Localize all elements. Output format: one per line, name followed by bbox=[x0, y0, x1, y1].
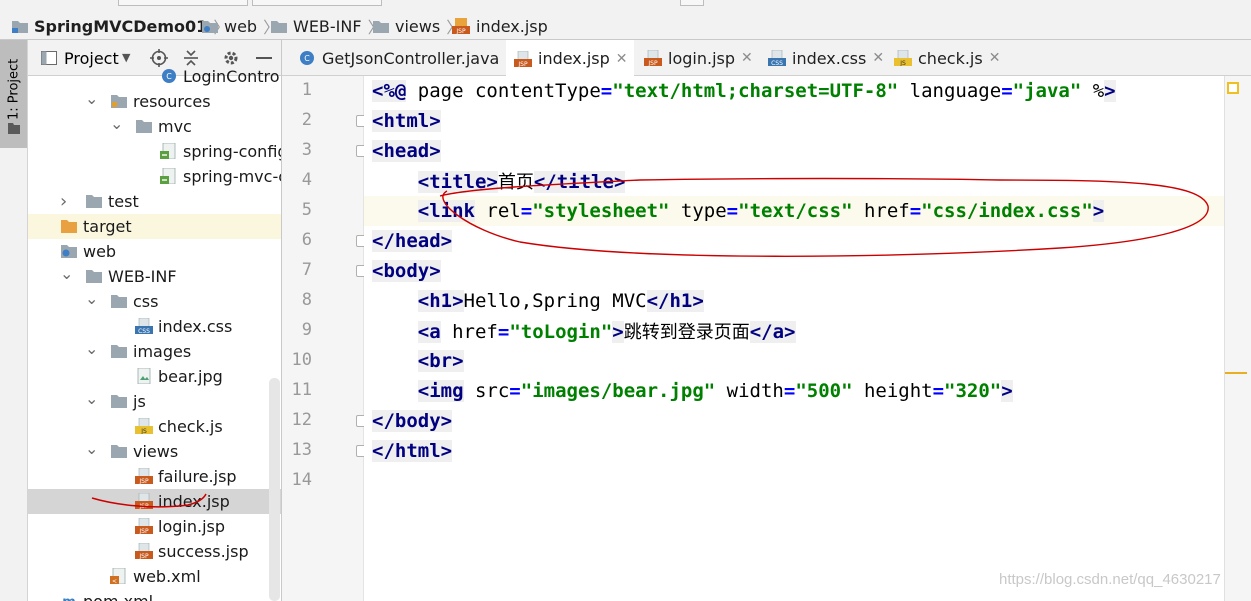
annotation-ellipse bbox=[439, 177, 1209, 257]
annotation-underline bbox=[91, 493, 207, 508]
scroll-marker[interactable] bbox=[1225, 372, 1247, 374]
annotation-overlay bbox=[91, 177, 1209, 508]
warning-marker-icon[interactable] bbox=[1227, 82, 1239, 94]
watermark: https://blog.csdn.net/qq_4630217 bbox=[999, 571, 1221, 588]
right-scroll-stripe[interactable] bbox=[1224, 76, 1251, 601]
